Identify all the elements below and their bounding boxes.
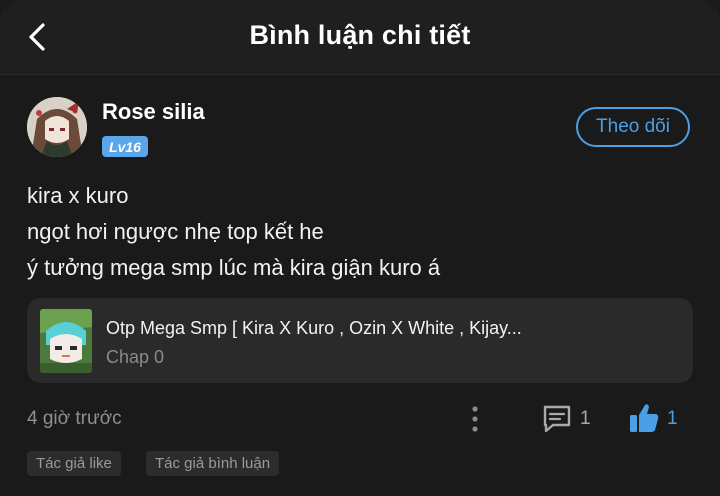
- header-bar: Bình luận chi tiết: [0, 0, 720, 75]
- tag-author-like: Tác giả like: [27, 451, 121, 476]
- level-badge: Lv16: [102, 136, 148, 157]
- avatar[interactable]: [27, 97, 87, 157]
- comment-line: ý tưởng mega smp lúc mà kira giận kuro á: [27, 255, 441, 280]
- page-title: Bình luận chi tiết: [249, 20, 471, 50]
- username[interactable]: Rose silia: [102, 99, 205, 125]
- tag-author-comment: Tác giả bình luận: [146, 451, 280, 476]
- comment-time: 4 giờ trước: [27, 408, 122, 429]
- comment-icon: [543, 405, 571, 433]
- comment-text: kira x kuro ngọt hơi ngược nhẹ top kết h…: [27, 178, 440, 286]
- like-count: 1: [667, 408, 678, 429]
- reply-count: 1: [580, 408, 591, 429]
- more-button[interactable]: [463, 403, 487, 435]
- thumbs-up-icon: [630, 404, 659, 432]
- story-title: Otp Mega Smp [ Kira X Kuro , Ozin X Whit…: [106, 318, 522, 338]
- story-cover: [40, 309, 92, 373]
- like-button[interactable]: [628, 401, 660, 435]
- reply-button[interactable]: [541, 402, 573, 434]
- story-chapter: Chap 0: [106, 347, 165, 367]
- comment-line: ngọt hơi ngược nhẹ top kết he: [27, 219, 324, 244]
- comment-line: kira x kuro: [27, 183, 129, 208]
- more-vertical-icon: [472, 406, 478, 432]
- story-card[interactable]: Otp Mega Smp [ Kira X Kuro , Ozin X Whit…: [27, 298, 693, 383]
- follow-button[interactable]: Theo dõi: [576, 107, 690, 147]
